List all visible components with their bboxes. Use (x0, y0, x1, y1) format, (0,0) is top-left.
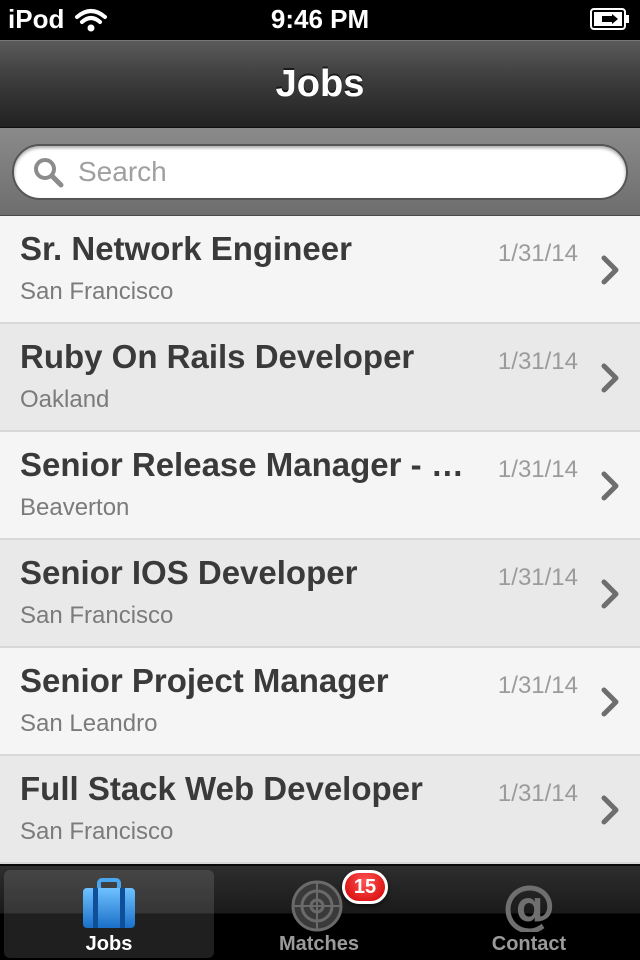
navigation-bar: Jobs (0, 40, 640, 128)
job-title: Full Stack Web Developer (20, 770, 423, 807)
matches-badge: 15 (342, 870, 388, 904)
svg-text:@: @ (502, 876, 556, 932)
job-list: Sr. Network Engineer San Francisco 1/31/… (0, 216, 640, 864)
job-list-item[interactable]: Senior Project Manager San Leandro 1/31/… (0, 648, 640, 756)
job-location: San Leandro (20, 710, 158, 737)
job-location: Beaverton (20, 494, 130, 521)
tab-matches[interactable]: 15 Matches (214, 870, 424, 958)
chevron-right-icon (601, 255, 619, 285)
tab-jobs[interactable]: Jobs (4, 870, 214, 958)
page-title: Jobs (275, 62, 365, 105)
chevron-right-icon (601, 579, 619, 609)
search-icon (34, 158, 64, 188)
search-field[interactable] (12, 144, 628, 200)
briefcase-icon (83, 878, 135, 928)
search-bar (0, 128, 640, 216)
job-date: 1/31/14 (497, 780, 578, 807)
job-title: Sr. Network Engineer (20, 230, 352, 267)
job-date: 1/31/14 (497, 672, 578, 699)
job-list-item[interactable]: Full Stack Web Developer San Francisco 1… (0, 756, 640, 864)
job-list-item[interactable]: Sr. Network Engineer San Francisco 1/31/… (0, 216, 640, 324)
job-list-item[interactable]: Senior IOS Developer San Francisco 1/31/… (0, 540, 640, 648)
tab-label: Matches (278, 933, 360, 955)
job-title: Senior Project Manager (20, 662, 389, 699)
chevron-right-icon (601, 687, 619, 717)
status-bar: iPod 9:46 PM (0, 0, 640, 40)
job-date: 1/31/14 (497, 564, 578, 591)
status-time: 9:46 PM (270, 4, 370, 34)
tab-bar: Jobs 15 Matches @ Contact (0, 864, 640, 960)
at-sign-icon: @ (502, 876, 556, 932)
radar-icon (291, 880, 343, 932)
tab-contact[interactable]: @ Contact (424, 870, 634, 958)
battery-charging-icon (590, 8, 629, 30)
chevron-right-icon (601, 471, 619, 501)
job-title: Ruby On Rails Developer (20, 338, 415, 375)
job-location: San Francisco (20, 278, 174, 305)
job-location: Oakland (20, 386, 110, 413)
job-list-item[interactable]: Senior Release Manager - Build Beaverton… (0, 432, 640, 540)
chevron-right-icon (601, 795, 619, 825)
job-date: 1/31/14 (497, 348, 578, 375)
tab-label: Contact (491, 933, 567, 955)
job-date: 1/31/14 (497, 456, 578, 483)
search-input[interactable] (78, 156, 598, 188)
job-location: San Francisco (20, 818, 174, 845)
job-location: San Francisco (20, 602, 174, 629)
job-list-item[interactable]: Ruby On Rails Developer Oakland 1/31/14 (0, 324, 640, 432)
tab-label: Jobs (85, 933, 133, 955)
chevron-right-icon (601, 363, 619, 393)
job-date: 1/31/14 (497, 240, 578, 267)
job-title: Senior IOS Developer (20, 554, 358, 591)
job-title: Senior Release Manager - Build (20, 446, 480, 483)
